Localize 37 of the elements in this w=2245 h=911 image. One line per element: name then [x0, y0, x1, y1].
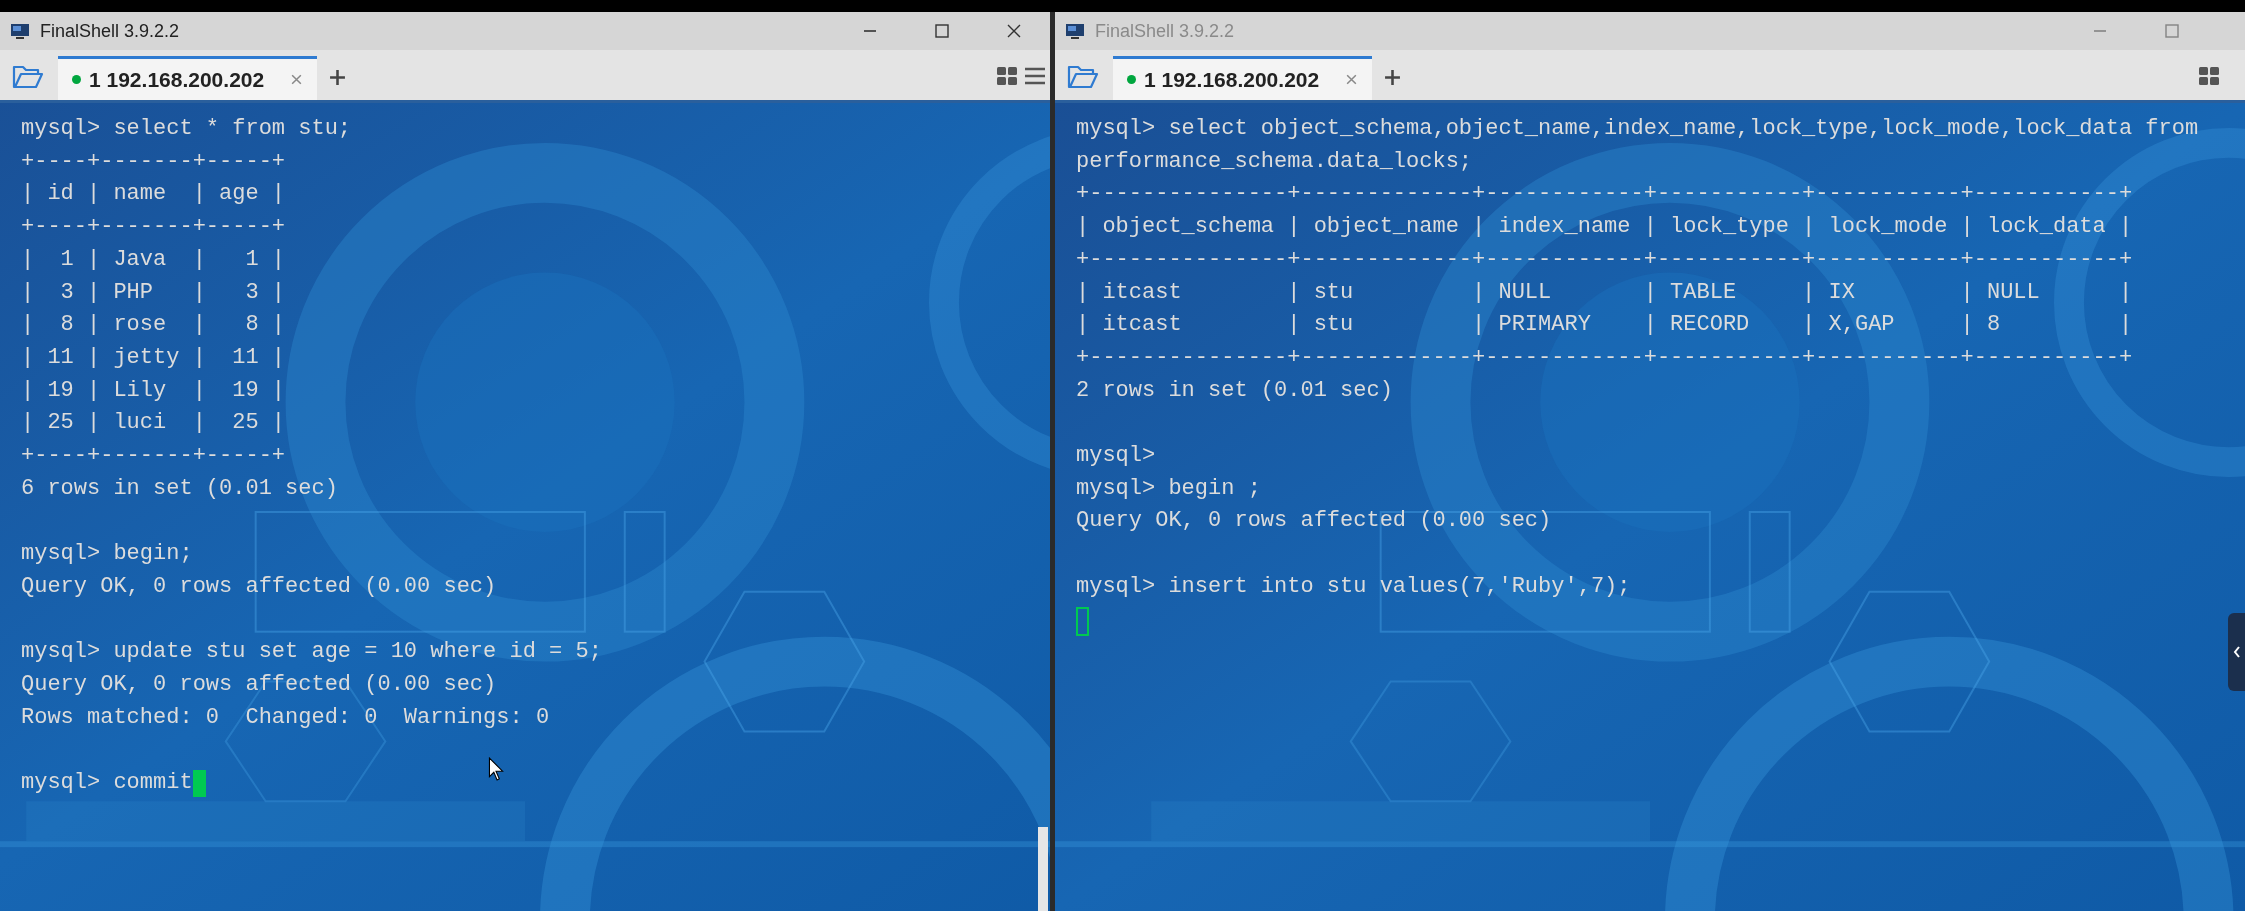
terminal-line: | object_schema | object_name | index_name | lock_type | lock_mode | lock_data |	[1076, 213, 2134, 242]
terminal-line: mysql> insert into stu values(7,'Ruby',7);	[1076, 572, 1632, 601]
terminal-line: +---------------+-------------+------------+-----------+-----------+-----------+	[1076, 245, 2134, 274]
terminal-line: | itcast | stu | NULL | TABLE | IX | NULL |	[1076, 278, 2134, 307]
terminal-line: +----+-------+-----+	[21, 442, 287, 471]
terminal-line: performance_schema.data_locks;	[1076, 147, 1474, 176]
terminal-line: mysql> select object_schema,object_name,index_name,lock_type,lock_mode,lock_data from	[1076, 115, 2200, 143]
terminal-line: 6 rows in set (0.01 sec)	[21, 474, 339, 503]
terminal-line: Query OK, 0 rows affected (0.00 sec)	[21, 572, 498, 601]
window-title: FinalShell 3.9.2.2	[40, 19, 180, 43]
terminal-line: | itcast | stu | PRIMARY | RECORD | X,GAP | 8 |	[1076, 311, 2134, 340]
terminal-line: mysql>	[1076, 442, 1157, 470]
terminal-line: | 3 | PHP | 3 |	[21, 278, 287, 307]
terminal-line: Query OK, 0 rows affected (0.00 sec)	[21, 670, 498, 699]
terminal-line: | 11 | jetty | 11 |	[21, 343, 287, 372]
terminal-line: +----+-------+-----+	[21, 147, 287, 176]
tab-label: 1 192.168.200.202	[1144, 66, 1320, 93]
terminal-line: mysql> update stu set age = 10 where id = 5;	[21, 638, 603, 667]
terminal-line: mysql> begin ;	[1076, 474, 1262, 503]
window-title: FinalShell 3.9.2.2	[1095, 19, 1235, 43]
tab-label: 1 192.168.200.202	[89, 66, 265, 93]
session-tab[interactable]: 1 192.168.200.202	[1113, 56, 1373, 100]
terminal-line: | 1 | Java | 1 |	[21, 245, 287, 274]
terminal-line: +---------------+-------------+------------+-----------+-----------+-----------+	[1076, 180, 2134, 209]
session-tab[interactable]: 1 192.168.200.202	[58, 56, 318, 100]
terminal-line: Query OK, 0 rows affected (0.00 sec)	[1076, 507, 1553, 536]
terminal-line: mysql> select * from stu;	[21, 115, 353, 143]
terminal-line: +---------------+-------------+------------+-----------+-----------+-----------+	[1076, 343, 2134, 372]
terminal-line: | 25 | luci | 25 |	[21, 409, 287, 438]
terminal-line: mysql> commit	[21, 769, 193, 797]
terminal-line: 2 rows in set (0.01 sec)	[1076, 376, 1394, 405]
terminal-line: Rows matched: 0 Changed: 0 Warnings: 0	[21, 703, 551, 732]
terminal-line: | id | name | age |	[21, 180, 287, 209]
terminal-line: | 8 | rose | 8 |	[21, 311, 287, 340]
terminal-line: +----+-------+-----+	[21, 213, 287, 242]
terminal-line: mysql> begin;	[21, 540, 194, 569]
terminal-line: | 19 | Lily | 19 |	[21, 376, 287, 405]
